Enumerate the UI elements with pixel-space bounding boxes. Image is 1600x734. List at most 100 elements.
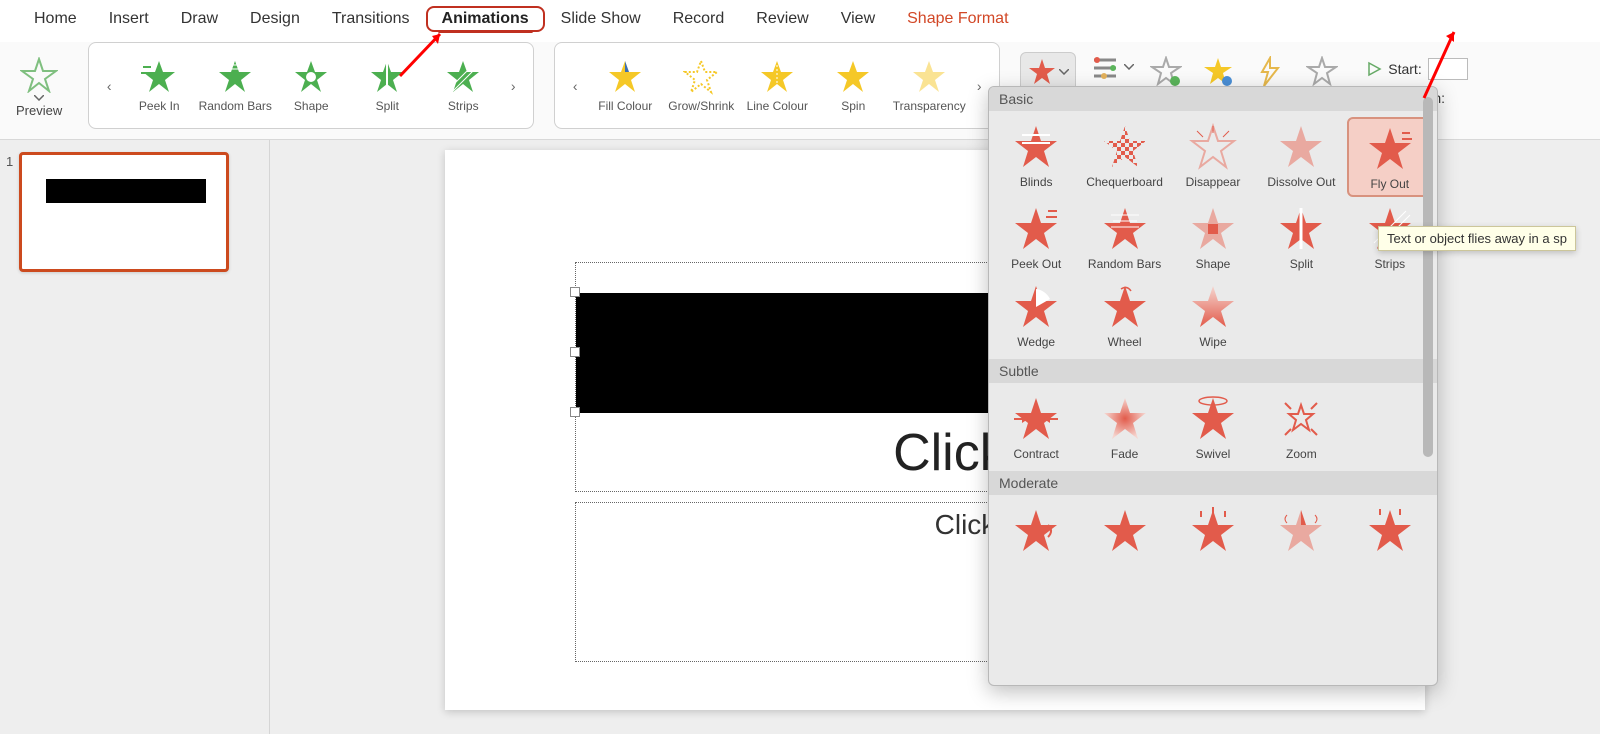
dropdown-scrollbar[interactable] — [1423, 93, 1433, 679]
section-header-moderate: Moderate — [989, 471, 1437, 495]
dd-label: Fade — [1111, 447, 1138, 461]
star-red-icon — [1189, 123, 1237, 171]
dd-wheel[interactable]: Wheel — [1081, 277, 1167, 353]
section-header-basic: Basic — [989, 87, 1437, 111]
dd-label: Disappear — [1186, 175, 1241, 189]
anim-label: Grow/Shrink — [668, 99, 734, 113]
tab-animations[interactable]: Animations — [426, 6, 545, 32]
slide-thumbnails-panel: 1 — [0, 140, 270, 734]
dd-fade[interactable]: Fade — [1081, 389, 1167, 465]
anim-shape[interactable]: Shape — [273, 55, 349, 117]
tab-insert[interactable]: Insert — [93, 6, 165, 32]
dd-wipe[interactable]: Wipe — [1170, 277, 1256, 353]
anim-label: Strips — [448, 99, 479, 113]
gallery-prev-button[interactable]: ‹ — [563, 51, 587, 121]
anim-label: Random Bars — [199, 99, 272, 113]
star-green-icon — [293, 59, 329, 95]
resize-handle[interactable] — [570, 287, 580, 297]
star-red-icon — [1027, 57, 1057, 87]
preview-button[interactable] — [20, 57, 58, 101]
thumbnail-content — [46, 179, 206, 203]
preview-label: Preview — [16, 103, 62, 118]
tab-slide-show[interactable]: Slide Show — [545, 6, 657, 32]
tab-shape-format[interactable]: Shape Format — [891, 6, 1024, 32]
dd-chequerboard[interactable]: Chequerboard — [1081, 117, 1167, 197]
dd-disappear[interactable]: Disappear — [1170, 117, 1256, 197]
anim-label: Line Colour — [747, 99, 808, 113]
dd-wedge[interactable]: Wedge — [993, 277, 1079, 353]
star-red-icon — [1012, 283, 1060, 331]
anim-label: Split — [376, 99, 399, 113]
dd-fly-out[interactable]: Fly Out — [1347, 117, 1433, 197]
tab-home[interactable]: Home — [18, 6, 93, 32]
dd-peek-out[interactable]: Peek Out — [993, 199, 1079, 275]
effect-options-dropdown[interactable] — [1088, 52, 1134, 82]
preview-star-icon — [20, 57, 58, 93]
dd-moderate-5[interactable] — [1347, 501, 1433, 563]
dd-label: Shape — [1196, 257, 1231, 271]
dd-label: Wheel — [1108, 335, 1142, 349]
gallery-prev-button[interactable]: ‹ — [97, 51, 121, 121]
dd-shape[interactable]: Shape — [1170, 199, 1256, 275]
star-green-icon — [369, 59, 405, 95]
gallery-next-button[interactable]: › — [501, 51, 525, 121]
anim-peek-in[interactable]: Peek In — [121, 55, 197, 117]
tooltip: Text or object flies away in a sp — [1378, 226, 1576, 251]
dd-label: Fly Out — [1370, 177, 1409, 191]
dd-label: Wipe — [1199, 335, 1226, 349]
star-red-icon — [1277, 123, 1325, 171]
star-red-icon — [1189, 205, 1237, 253]
dd-label: Blinds — [1020, 175, 1053, 189]
scrollbar-thumb[interactable] — [1423, 97, 1433, 457]
anim-label: Transparency — [893, 99, 966, 113]
anim-spin[interactable]: Spin — [815, 55, 891, 117]
tab-draw[interactable]: Draw — [165, 6, 234, 32]
anim-transparency[interactable]: Transparency — [891, 55, 967, 117]
star-red-icon — [1277, 395, 1325, 443]
anim-split[interactable]: Split — [349, 55, 425, 117]
tab-design[interactable]: Design — [234, 6, 316, 32]
tab-record[interactable]: Record — [657, 6, 741, 32]
dd-moderate-4[interactable] — [1258, 501, 1344, 563]
slide-thumbnail-1[interactable] — [19, 152, 229, 272]
star-red-icon — [1101, 205, 1149, 253]
dd-label: Split — [1290, 257, 1313, 271]
dd-label: Dissolve Out — [1267, 175, 1335, 189]
start-label: Start: — [1388, 61, 1421, 77]
dd-moderate-3[interactable] — [1170, 501, 1256, 563]
start-input[interactable] — [1428, 58, 1468, 80]
subtle-grid: Contract Fade Swivel Zoom — [989, 383, 1437, 471]
dd-dissolve-out[interactable]: Dissolve Out — [1258, 117, 1344, 197]
dd-swivel[interactable]: Swivel — [1170, 389, 1256, 465]
play-icon — [1366, 61, 1382, 77]
dd-blinds[interactable]: Blinds — [993, 117, 1079, 197]
dd-zoom[interactable]: Zoom — [1258, 389, 1344, 465]
star-yellow-icon — [911, 59, 947, 95]
dd-moderate-1[interactable] — [993, 501, 1079, 563]
dd-split[interactable]: Split — [1258, 199, 1344, 275]
resize-handle[interactable] — [570, 347, 580, 357]
resize-handle[interactable] — [570, 407, 580, 417]
anim-random-bars[interactable]: Random Bars — [197, 55, 273, 117]
star-red-icon — [1189, 283, 1237, 331]
preview-group: Preview — [10, 42, 68, 129]
anim-fill-colour[interactable]: Fill Colour — [587, 55, 663, 117]
star-red-icon — [1277, 205, 1325, 253]
anim-line-colour[interactable]: Line Colour — [739, 55, 815, 117]
anim-label: Fill Colour — [598, 99, 652, 113]
anim-strips[interactable]: Strips — [425, 55, 501, 117]
anim-grow-shrink[interactable]: Grow/Shrink — [663, 55, 739, 117]
star-red-icon — [1012, 507, 1060, 555]
chevron-down-icon — [1059, 69, 1069, 75]
star-red-icon — [1189, 507, 1237, 555]
tab-review[interactable]: Review — [740, 6, 824, 32]
star-yellow-icon — [759, 59, 795, 95]
dd-moderate-2[interactable] — [1081, 501, 1167, 563]
star-red-icon — [1366, 125, 1414, 173]
dd-label: Swivel — [1196, 447, 1231, 461]
tab-transitions[interactable]: Transitions — [316, 6, 426, 32]
anim-label: Shape — [294, 99, 329, 113]
dd-random-bars[interactable]: Random Bars — [1081, 199, 1167, 275]
tab-view[interactable]: View — [825, 6, 891, 32]
dd-contract[interactable]: Contract — [993, 389, 1079, 465]
